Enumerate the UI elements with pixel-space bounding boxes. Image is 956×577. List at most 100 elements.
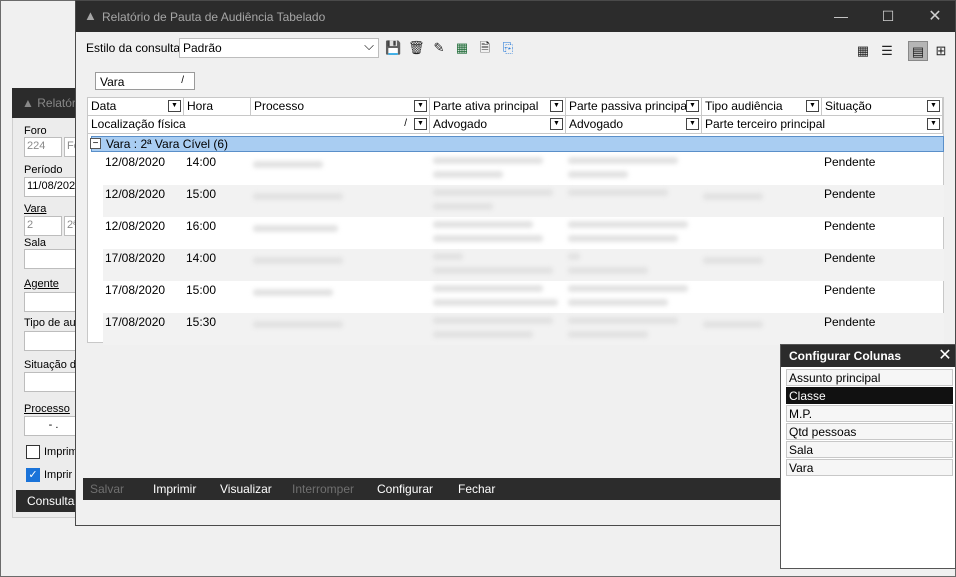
col-header-advogado-passivo[interactable]: Advogado ▼ xyxy=(566,116,702,134)
cell-situacao: Pendente xyxy=(824,219,876,233)
column-option[interactable]: Vara xyxy=(786,459,953,476)
cell-data: 17/08/2020 xyxy=(105,283,166,297)
cell-hora: 16:00 xyxy=(186,219,217,233)
excel-export-icon[interactable]: ▦ xyxy=(454,40,470,56)
cell-situacao: Pendente xyxy=(824,187,876,201)
redacted-text xyxy=(703,193,763,200)
redacted-text xyxy=(703,321,763,328)
column-option[interactable]: Sala xyxy=(786,441,953,458)
table-row[interactable]: 12/08/2020 15:00 Pendente xyxy=(103,185,944,217)
close-button[interactable]: ✕ xyxy=(912,1,956,32)
salvar-button[interactable]: Salvar xyxy=(90,482,124,496)
filter-dropdown-icon: ▼ xyxy=(414,100,427,112)
col-header-advogado-ativo[interactable]: Advogado ▼ xyxy=(430,116,566,134)
col-header-parte-ativa[interactable]: Parte ativa principal ▼ xyxy=(430,98,566,116)
col-header-localizacao[interactable]: Localização física / ▼ xyxy=(88,116,430,134)
col-header-data[interactable]: Data ▼ xyxy=(88,98,184,116)
table-row[interactable]: 12/08/2020 16:00 Pendente xyxy=(103,217,944,249)
filter-dropdown-icon: ▼ xyxy=(686,100,699,112)
foro-label: Foro xyxy=(24,125,47,137)
minimize-button[interactable]: — xyxy=(818,1,864,32)
redacted-text xyxy=(568,285,688,292)
table-row[interactable]: 12/08/2020 14:00 Pendente xyxy=(103,153,944,185)
group-row-label: Vara : 2ª Vara Cível (6) xyxy=(106,137,229,151)
column-option[interactable]: M.P. xyxy=(786,405,953,422)
style-select[interactable]: Padrão ⌵ xyxy=(179,38,379,58)
table-row[interactable]: 17/08/2020 15:00 Pendente xyxy=(103,281,944,313)
background-form: Foro 224 Fo Período 11/08/202 Vara 2 2ª … xyxy=(12,88,81,518)
chevron-down-icon: ⌵ xyxy=(364,38,374,53)
col-header-processo[interactable]: Processo ▼ xyxy=(251,98,430,116)
redacted-text xyxy=(433,285,543,292)
document-icon[interactable]: 🗎 xyxy=(477,40,493,56)
column-option[interactable]: Classe xyxy=(786,387,953,404)
vara-label: Vara xyxy=(24,203,47,215)
cell-hora: 15:00 xyxy=(186,187,217,201)
redacted-text xyxy=(433,267,553,274)
background-window-title: ▲ Relatór xyxy=(12,88,80,118)
group-by-chip[interactable]: Vara / xyxy=(95,72,195,90)
export-icon[interactable]: ⎘ xyxy=(500,40,516,56)
column-config-icon[interactable]: ▤ xyxy=(908,41,928,61)
situacao-input[interactable] xyxy=(24,372,81,392)
col-header-tipo-audiencia[interactable]: Tipo audiência ▼ xyxy=(702,98,822,116)
tipo-input[interactable] xyxy=(24,331,81,351)
column-option[interactable]: Qtd pessoas xyxy=(786,423,953,440)
edit-icon[interactable]: ✎ xyxy=(431,40,447,56)
redacted-text xyxy=(433,157,543,164)
periodo-label: Período xyxy=(24,164,63,176)
col-header-parte-passiva[interactable]: Parte passiva principal ▼ xyxy=(566,98,702,116)
cell-hora: 15:30 xyxy=(186,315,217,329)
title-bar[interactable]: ▲ Relatório de Pauta de Audiência Tabela… xyxy=(76,1,955,32)
col-header-hora[interactable]: Hora xyxy=(184,98,251,116)
collapse-icon[interactable]: − xyxy=(90,138,101,149)
filter-dropdown-icon: ▼ xyxy=(927,118,940,130)
redacted-text xyxy=(568,299,668,306)
redacted-text xyxy=(568,253,580,260)
filter-dropdown-icon: ▼ xyxy=(927,100,940,112)
table-row[interactable]: 17/08/2020 14:00 Pendente xyxy=(103,249,944,281)
list-view-icon[interactable]: ☰ xyxy=(877,41,897,61)
group-chip-label: Vara xyxy=(100,75,125,89)
interromper-button[interactable]: Interromper xyxy=(292,482,354,496)
fechar-button[interactable]: Fechar xyxy=(458,482,495,496)
redacted-text xyxy=(253,289,333,296)
agente-label: Agente xyxy=(24,278,59,290)
col-header-parte-terceiro[interactable]: Parte terceiro principal ▼ xyxy=(702,116,943,134)
redacted-text xyxy=(568,235,678,242)
grid-view-icon[interactable]: ▦ xyxy=(853,41,873,61)
configurar-button[interactable]: Configurar xyxy=(377,482,433,496)
save-icon[interactable]: 💾 xyxy=(385,40,401,56)
imprimir-button[interactable]: Imprimir xyxy=(153,482,196,496)
tree-view-icon[interactable]: ⊞ xyxy=(931,41,951,61)
processo-input[interactable]: - . xyxy=(24,416,81,436)
visualizar-button[interactable]: Visualizar xyxy=(220,482,272,496)
imprimir-label-2: Imprir xyxy=(44,469,73,481)
agente-input[interactable] xyxy=(24,292,81,312)
maximize-button[interactable]: ☐ xyxy=(865,1,911,32)
cell-hora: 14:00 xyxy=(186,155,217,169)
col-header-situacao[interactable]: Situação ▼ xyxy=(822,98,943,116)
redacted-text xyxy=(568,189,668,196)
filter-dropdown-icon: ▼ xyxy=(550,118,563,130)
redacted-text xyxy=(703,257,763,264)
foro-code-input[interactable]: 224 xyxy=(24,137,62,157)
close-icon[interactable]: ✕ xyxy=(937,347,953,365)
cell-data: 17/08/2020 xyxy=(105,315,166,329)
redacted-text xyxy=(433,189,553,196)
imprimir-checkbox-1[interactable] xyxy=(26,445,40,459)
panel-title: Configurar Colunas xyxy=(781,345,955,367)
redacted-text xyxy=(568,267,648,274)
redacted-text xyxy=(433,317,553,324)
vara-code-input[interactable]: 2 xyxy=(24,216,62,236)
imprimir-checkbox-2[interactable]: ✓ xyxy=(26,468,40,482)
redacted-text xyxy=(253,321,343,328)
column-option[interactable]: Assunto principal xyxy=(786,369,953,386)
sala-input[interactable] xyxy=(24,249,81,269)
periodo-input[interactable]: 11/08/202 xyxy=(24,177,81,197)
redacted-text xyxy=(433,171,503,178)
table-row[interactable]: 17/08/2020 15:30 Pendente xyxy=(103,313,944,345)
consultar-button[interactable]: Consultar xyxy=(16,490,80,512)
delete-icon[interactable]: 🗑 xyxy=(408,40,425,56)
group-row[interactable]: Vara : 2ª Vara Cível (6) xyxy=(91,136,944,152)
